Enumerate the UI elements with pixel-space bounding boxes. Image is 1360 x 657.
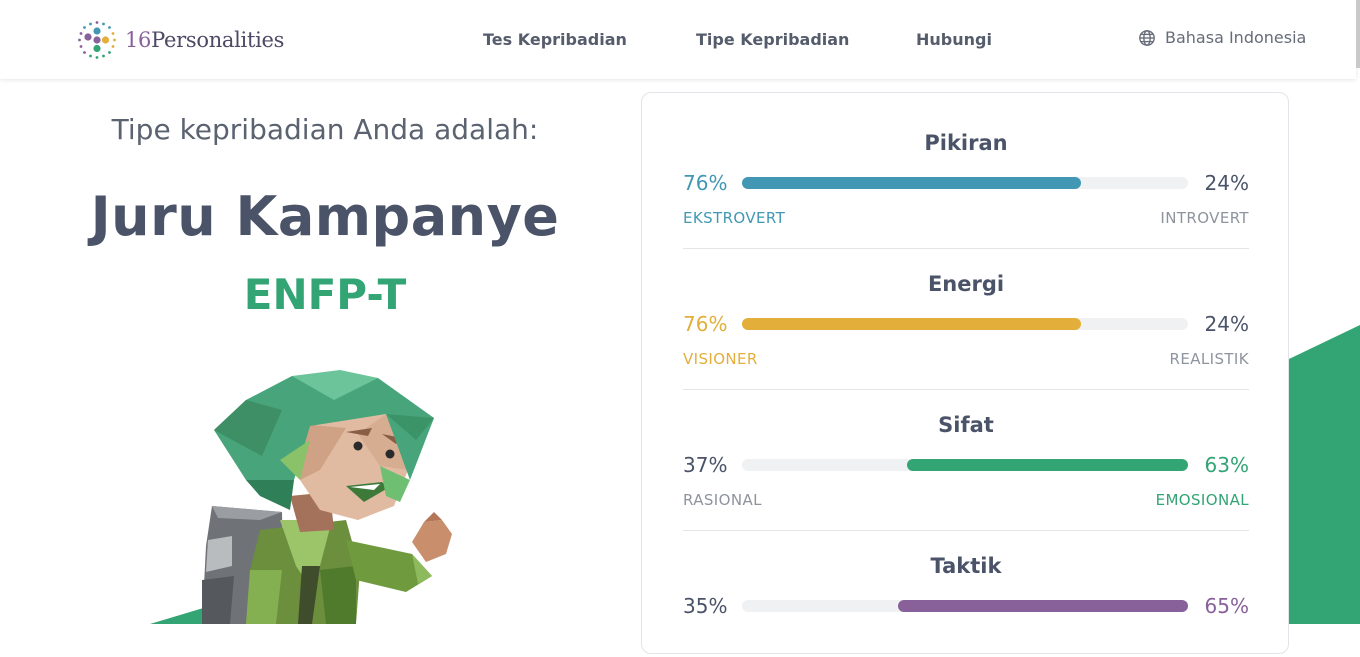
site-header: 16Personalities Tes Kepribadian Tipe Kep… [0,0,1356,79]
decorative-green-shape [1289,325,1360,624]
trait-bar-fill [898,600,1188,612]
personality-type-code: ENFP-T [243,270,407,319]
trait-left-label: VISIONER [683,350,758,368]
language-label: Bahasa Indonesia [1165,28,1307,47]
nav-tipe-kepribadian[interactable]: Tipe Kepribadian [696,30,849,49]
nav-tes-kepribadian[interactable]: Tes Kepribadian [483,30,627,49]
trait-title: Energi [927,272,1005,296]
trait-row: Taktik 35% 65% [683,516,1249,657]
trait-row: Energi 76% 24% VISIONER REALISTIK [683,234,1249,390]
trait-title: Taktik [930,554,1002,578]
logo-icon [78,21,116,59]
result-intro: Tipe kepribadian Anda adalah: [111,113,539,146]
language-selector[interactable]: Bahasa Indonesia [1138,28,1306,47]
trait-bar-track [742,600,1188,612]
scrollbar-thumb[interactable] [1356,0,1360,68]
trait-title: Pikiran [924,131,1008,155]
trait-row: Sifat 37% 63% RASIONAL EMOSIONAL [683,375,1249,531]
trait-bar-fill [742,177,1081,189]
trait-left-percent: 37% [683,453,728,477]
trait-right-percent: 63% [1204,453,1249,477]
trait-left-percent: 35% [683,594,728,618]
trait-right-label: REALISTIK [1169,350,1249,368]
trait-left-label: RASIONAL [683,491,762,509]
globe-icon [1139,29,1155,46]
trait-left-label: EKSTROVERT [683,209,786,227]
campaigner-illustration [150,370,452,624]
trait-right-percent: 65% [1204,594,1249,618]
trait-title: Sifat [938,413,994,437]
nav-hubungi[interactable]: Hubungi [916,30,992,49]
trait-right-label: EMOSIONAL [1155,491,1249,509]
trait-right-percent: 24% [1204,312,1249,336]
trait-bar-fill [742,318,1081,330]
site-logo[interactable]: 16Personalities [77,17,284,63]
logo-number: 16 [125,28,152,52]
logo-word: Personalities [151,28,285,52]
trait-bar-track [742,459,1188,471]
trait-right-percent: 24% [1204,171,1249,195]
trait-bar-fill [907,459,1188,471]
trait-left-percent: 76% [683,312,728,336]
trait-right-label: INTROVERT [1160,209,1249,227]
logo-text: 16Personalities [125,28,284,52]
trait-row: Pikiran 76% 24% EKSTROVERT INTROVERT [683,93,1249,249]
trait-bar-track [742,318,1188,330]
traits-card: Pikiran 76% 24% EKSTROVERT INTROVERT Ene… [641,92,1289,654]
trait-left-percent: 76% [683,171,728,195]
trait-bar-track [742,177,1188,189]
personality-type-name: Juru Kampanye [90,185,560,248]
